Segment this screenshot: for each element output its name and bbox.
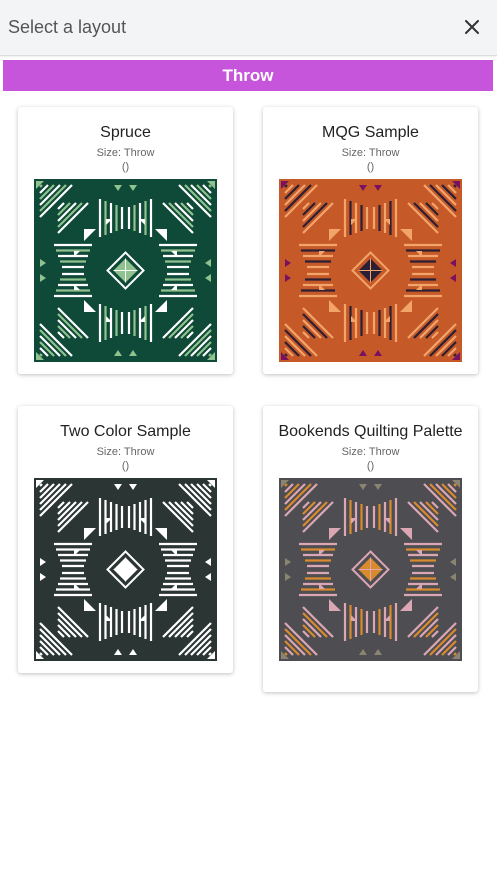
layout-count: ()	[121, 161, 130, 173]
layout-card-two-color-sample[interactable]: Two Color Sample Size: Throw ()	[18, 406, 233, 673]
quilt-preview-image	[279, 478, 462, 661]
layout-title: Spruce	[100, 124, 151, 141]
layout-size: Size: Throw	[96, 147, 155, 159]
close-icon	[465, 20, 479, 34]
layout-size: Size: Throw	[341, 147, 400, 159]
layout-card-bookends-quilting-palette[interactable]: Bookends Quilting Palette Size: Throw ()	[263, 406, 478, 692]
layout-count: ()	[366, 460, 375, 472]
dialog-header: Select a layout	[0, 0, 497, 56]
layout-card-spruce[interactable]: Spruce Size: Throw ()	[18, 107, 233, 374]
layout-title: Bookends Quilting Palette	[278, 423, 463, 440]
layout-title: MQG Sample	[322, 124, 419, 141]
dialog-title: Select a layout	[8, 17, 127, 37]
quilt-preview-image	[279, 179, 462, 362]
quilt-preview-image	[34, 179, 217, 362]
layout-count: ()	[366, 161, 375, 173]
quilt-preview-image	[34, 478, 217, 661]
layout-card-mqg-sample[interactable]: MQG Sample Size: Throw ()	[263, 107, 478, 374]
layout-size: Size: Throw	[341, 446, 400, 458]
close-button[interactable]	[457, 12, 487, 42]
section-header-throw: Throw	[3, 60, 493, 91]
layout-title: Two Color Sample	[60, 423, 191, 440]
layout-count: ()	[121, 460, 130, 472]
layout-size: Size: Throw	[96, 446, 155, 458]
